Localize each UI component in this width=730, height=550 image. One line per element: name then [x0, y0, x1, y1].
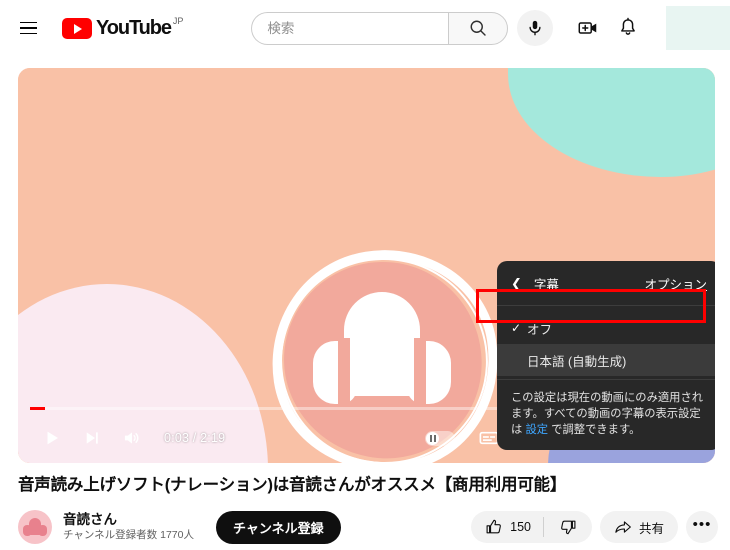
subtitle-note-suffix: で調整できます。 [548, 424, 641, 436]
like-button[interactable]: 150 [471, 511, 543, 543]
video-meta-row: 音読さん チャンネル登録者数 1770人 チャンネル登録 150 共有 ••• [18, 506, 718, 548]
video-actions: 150 共有 ••• [471, 511, 718, 543]
autoplay-toggle-icon[interactable] [425, 430, 455, 446]
play-icon [47, 431, 58, 445]
youtube-masthead: YouTube JP [0, 0, 730, 56]
next-track-icon [86, 432, 98, 444]
youtube-play-badge-icon [62, 18, 92, 39]
bell-icon[interactable] [608, 8, 648, 48]
subtitle-note: この設定は現在の動画にのみ適用されます。すべての動画の字幕の表示設定は 設定 で… [497, 379, 715, 450]
subscribe-button[interactable]: チャンネル登録 [215, 510, 341, 544]
thumbs-up-icon [486, 519, 502, 534]
create-video-glyph [578, 22, 597, 34]
subtitle-settings-menu[interactable]: ❮ 字幕 オプション ✓ オフ ✓ 日本語 (自動生成) この設定は現在の動画に… [497, 261, 715, 450]
share-button[interactable]: 共有 [599, 511, 678, 543]
volume-button[interactable] [112, 418, 152, 458]
more-options-icon[interactable]: ••• [686, 511, 718, 543]
channel-avatar[interactable] [18, 510, 52, 544]
channel-info: 音読さん チャンネル登録者数 1770人 [63, 511, 194, 543]
bell-glyph [621, 17, 635, 35]
video-player[interactable]: ❮ 字幕 オプション ✓ オフ ✓ 日本語 (自動生成) この設定は現在の動画に… [18, 68, 715, 463]
subscriber-count: チャンネル登録者数 1770人 [63, 529, 194, 541]
youtube-wordmark: YouTube [96, 17, 172, 39]
avatar-headphones-ear-right [39, 525, 47, 536]
time-display: 0:03 / 2:19 [164, 431, 226, 445]
microphone-icon[interactable] [517, 10, 554, 46]
like-count: 150 [510, 520, 531, 534]
avatar-headphones-ear-left [23, 525, 31, 536]
search-box[interactable] [251, 11, 449, 45]
like-dislike-group: 150 [471, 511, 592, 543]
hamburger-menu-icon[interactable] [8, 8, 48, 48]
share-arrow-icon [615, 521, 631, 533]
checkmark-icon: ✓ [511, 321, 522, 335]
create-video-icon[interactable] [568, 8, 608, 48]
chevron-left-icon[interactable]: ❮ [511, 277, 522, 290]
subtitle-option-off-label: オフ [527, 322, 553, 337]
youtube-logo[interactable]: YouTube JP [62, 16, 184, 39]
hamburger-line [19, 32, 37, 35]
subtitle-option-japanese-label: 日本語 (自動生成) [527, 354, 627, 369]
country-code-label: JP [172, 16, 184, 26]
subtitle-options-link[interactable]: オプション [644, 274, 707, 293]
hamburger-line [19, 21, 37, 24]
settings-link[interactable]: 設定 [525, 424, 548, 436]
subtitle-option-japanese-auto[interactable]: ✓ 日本語 (自動生成) [497, 344, 715, 376]
channel-name[interactable]: 音読さん [63, 511, 194, 528]
headphones-ear-left [313, 341, 357, 404]
subtitle-option-off[interactable]: ✓ オフ [497, 312, 715, 344]
headphones-icon [313, 292, 451, 420]
volume-icon [124, 432, 139, 444]
dislike-button[interactable] [544, 511, 592, 543]
headphones-gap-right [414, 338, 426, 407]
play-button[interactable] [32, 418, 72, 458]
thumbs-down-icon [561, 520, 576, 535]
next-video-button[interactable] [72, 418, 112, 458]
autoplay-toggle-knob [426, 431, 439, 445]
headphones-gap-left [338, 338, 350, 407]
hamburger-line [19, 27, 37, 29]
search-glyph [470, 20, 487, 36]
microphone-glyph [529, 20, 541, 36]
subtitle-menu-header: ❮ 字幕 オプション [497, 261, 715, 306]
search-area [251, 10, 554, 46]
share-label: 共有 [638, 521, 664, 536]
search-input[interactable] [267, 12, 449, 44]
progress-bar-played [30, 407, 45, 410]
avatar[interactable] [666, 6, 730, 50]
page-title: 音声読み上げソフト(ナレーション)は音読さんがオススメ【商用利用可能】 [18, 476, 567, 494]
search-icon[interactable] [448, 11, 509, 45]
subtitle-menu-title: 字幕 [533, 277, 559, 292]
header-right-icons [568, 6, 730, 50]
